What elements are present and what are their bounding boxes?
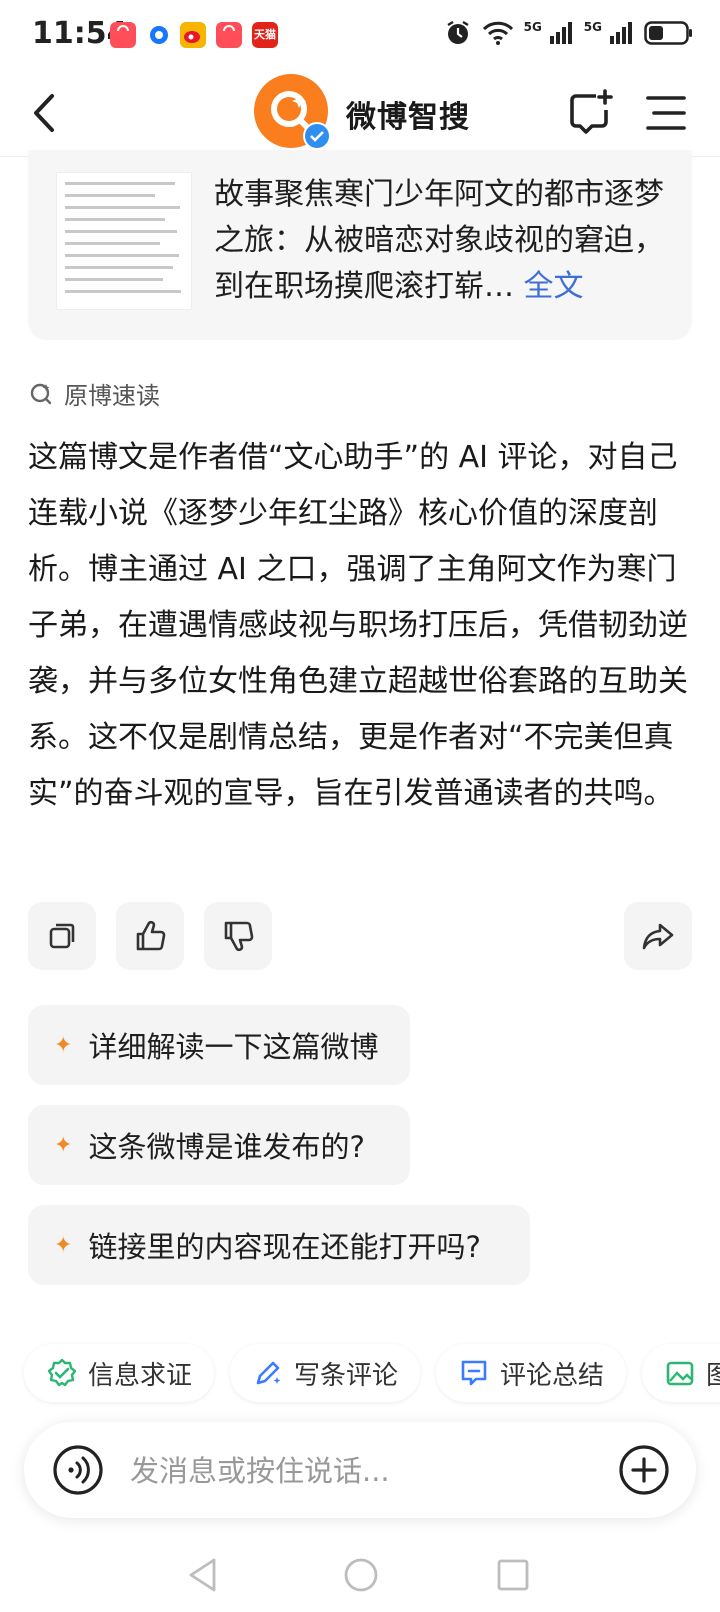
wifi-icon (482, 20, 514, 50)
menu-icon (646, 96, 686, 130)
tool-comment-summary[interactable]: 评论总结 (436, 1344, 627, 1402)
signal-label: 5G (583, 20, 602, 34)
ctrip-icon (146, 22, 172, 48)
signal-icon (549, 20, 574, 50)
tool-label: 评论总结 (500, 1360, 605, 1391)
comment-summary-icon (461, 1360, 487, 1386)
message-composer (24, 1422, 696, 1518)
page-title: 微博智搜 (346, 100, 470, 135)
thumbs-up-icon (136, 920, 166, 951)
message-input[interactable] (128, 1450, 592, 1492)
source-post-text: 故事聚焦寒门少年阿文的都市逐梦之旅：从被暗恋对象歧视的窘迫，到在职场摸爬滚打崭…… (214, 172, 678, 310)
tmall-icon: 天猫 (252, 22, 278, 48)
chat-header: 微博智搜 (0, 70, 720, 157)
thumbs-down-icon (224, 921, 254, 952)
tool-label: 图 (706, 1360, 720, 1391)
voice-icon (53, 1445, 103, 1495)
sparkle-icon: ✦ (54, 1132, 73, 1158)
share-icon (642, 923, 674, 950)
like-button[interactable] (116, 902, 184, 970)
tool-label: 信息求证 (88, 1360, 193, 1391)
add-attachment-button[interactable] (618, 1444, 670, 1496)
signal-label: 5G (523, 20, 542, 34)
read-full-link[interactable]: 全文 (524, 269, 584, 304)
nav-home-icon[interactable] (342, 1556, 380, 1594)
signal-icon (610, 20, 634, 50)
quick-read-icon (30, 383, 52, 405)
verified-icon (303, 122, 331, 150)
status-indicators: 5G 5G (444, 18, 694, 52)
back-button[interactable] (24, 88, 70, 138)
sparkle-icon: ✦ (54, 1232, 73, 1258)
source-thumbnail[interactable] (56, 172, 192, 310)
system-nav-bar (0, 1540, 720, 1612)
tool-label: 写条评论 (294, 1360, 399, 1391)
pen-icon (256, 1361, 281, 1385)
voice-input-button[interactable] (52, 1444, 104, 1496)
tool-verify-info[interactable]: 信息求证 (24, 1344, 215, 1402)
suggestion-label: 这条微博是谁发布的? (88, 1130, 365, 1164)
nav-recents-icon[interactable] (496, 1558, 530, 1592)
battery-icon (644, 20, 694, 50)
shopping-bag-icon (110, 22, 136, 48)
summary-text: 这篇博文是作者借“文心助手”的 AI 评论，对自己连载小说《逐梦少年红尘路》核心… (28, 440, 688, 811)
copy-button[interactable] (28, 902, 96, 970)
dislike-button[interactable] (204, 902, 272, 970)
shopping-bag-icon (216, 22, 242, 48)
weibo-icon (180, 22, 206, 48)
chevron-left-icon (34, 94, 54, 132)
source-post-card[interactable]: 故事聚焦寒门少年阿文的都市逐梦之旅：从被暗恋对象歧视的窘迫，到在职场摸爬滚打崭…… (28, 150, 692, 340)
menu-button[interactable] (644, 92, 688, 134)
sparkle-icon: ✦ (54, 1032, 73, 1058)
share-button[interactable] (624, 902, 692, 970)
suggestion-chip[interactable]: ✦ 这条微博是谁发布的? (28, 1105, 410, 1185)
tool-image[interactable]: 图 (642, 1344, 720, 1402)
suggestion-label: 链接里的内容现在还能打开吗? (88, 1230, 481, 1264)
tool-write-comment[interactable]: 写条评论 (230, 1344, 421, 1402)
source-post-excerpt: 故事聚焦寒门少年阿文的都市逐梦之旅：从被暗恋对象歧视的窘迫，到在职场摸爬滚打崭… (214, 177, 664, 304)
nav-back-icon[interactable] (186, 1556, 220, 1594)
new-chat-button[interactable] (566, 88, 614, 136)
new-chat-icon (570, 89, 613, 134)
verify-icon (47, 1358, 77, 1387)
plus-icon (619, 1445, 669, 1495)
suggestion-chip[interactable]: ✦ 详细解读一下这篇微博 (28, 1005, 410, 1085)
summary-heading-label: 原博速读 (64, 381, 160, 410)
copy-icon (49, 923, 75, 949)
summary-heading: 原博速读 (28, 376, 160, 410)
alarm-icon (444, 19, 472, 51)
status-bar: 11:54 天猫 5G 5G (0, 0, 720, 70)
suggestion-chip[interactable]: ✦ 链接里的内容现在还能打开吗? (28, 1205, 530, 1285)
image-icon (666, 1361, 694, 1386)
suggestion-label: 详细解读一下这篇微博 (88, 1030, 379, 1064)
